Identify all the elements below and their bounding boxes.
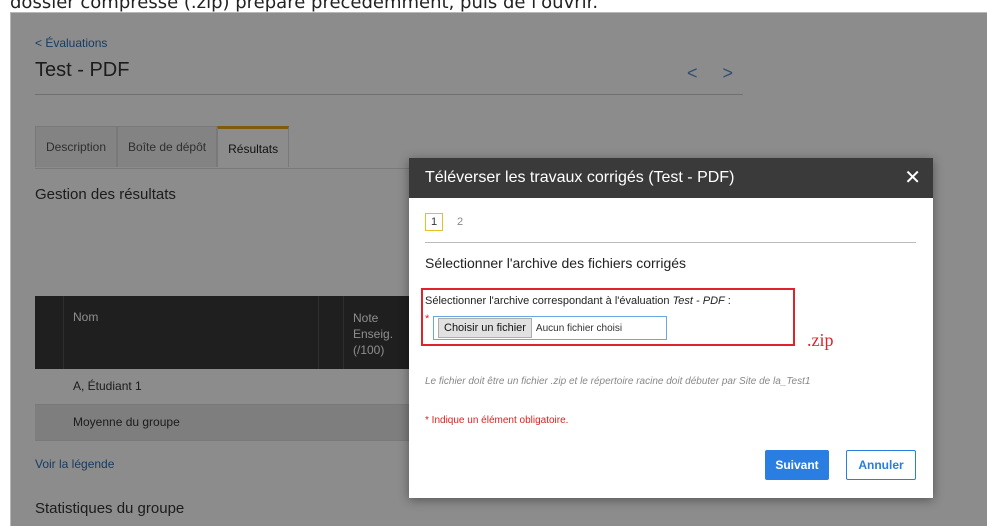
cancel-button[interactable]: Annuler — [846, 450, 916, 480]
next-button[interactable]: Suivant — [765, 450, 829, 480]
archive-field-label: Sélectionner l'archive correspondant à l… — [425, 295, 731, 307]
dialog-divider — [425, 242, 916, 243]
close-icon[interactable]: ✕ — [904, 158, 921, 198]
dialog-header: Téléverser les travaux corrigés (Test - … — [409, 158, 933, 198]
archive-file-input[interactable]: Choisir un fichier Aucun fichier choisi — [433, 316, 667, 340]
no-file-text: Aucun fichier choisi — [535, 322, 623, 334]
required-marker: * — [425, 313, 430, 325]
dialog-title: Téléverser les travaux corrigés (Test - … — [425, 169, 735, 186]
choose-file-button[interactable]: Choisir un fichier — [438, 318, 532, 338]
app-frame: < Évaluations Test - PDF < > Description… — [10, 12, 987, 526]
field-label-eval: Test - PDF — [672, 295, 725, 307]
dialog-subtitle: Sélectionner l'archive des fichiers corr… — [425, 255, 687, 271]
zip-annotation: .zip — [807, 330, 834, 350]
upload-dialog: Téléverser les travaux corrigés (Test - … — [409, 158, 933, 498]
field-label-colon: : — [724, 295, 731, 307]
step-2: 2 — [457, 216, 464, 228]
step-indicator: 1 2 — [425, 213, 474, 231]
step-1: 1 — [425, 213, 443, 231]
required-note: * Indique un élément obligatoire. — [425, 415, 569, 426]
field-label-text: Sélectionner l'archive correspondant à l… — [425, 295, 673, 307]
file-hint: Le fichier doit être un fichier .zip et … — [425, 376, 811, 387]
